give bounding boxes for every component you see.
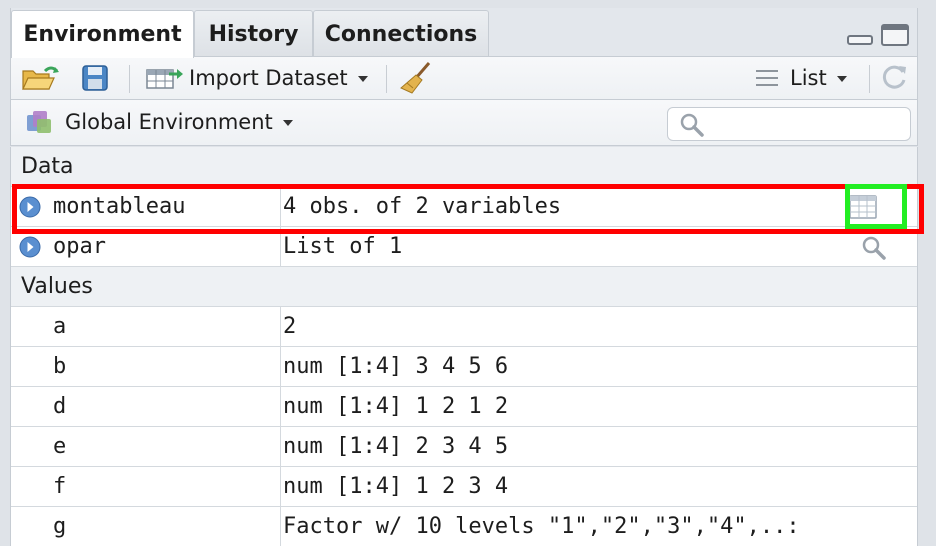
minimize-pane-icon[interactable]	[847, 24, 873, 46]
table-row[interactable]: g Factor w/ 10 levels "1","2","3","4",..…	[11, 507, 917, 546]
object-name: e	[53, 434, 67, 459]
magnifier-icon[interactable]	[861, 235, 887, 261]
import-dataset-label: Import Dataset	[189, 66, 348, 90]
object-name: montableau	[53, 194, 186, 219]
object-value-cell: num [1:4] 2 3 4 5	[281, 427, 917, 466]
chevron-down-icon	[357, 76, 368, 82]
view-mode-label: List	[790, 66, 827, 90]
table-row[interactable]: e num [1:4] 2 3 4 5	[11, 427, 917, 467]
object-value-cell: 4 obs. of 2 variables	[281, 187, 917, 226]
broom-icon	[400, 62, 431, 94]
object-name: g	[53, 514, 67, 539]
refresh-button[interactable]	[879, 57, 909, 99]
object-name: a	[53, 314, 67, 339]
toolbar-separator	[129, 65, 130, 93]
save-workspace-button[interactable]	[81, 57, 109, 99]
table-row[interactable]: d num [1:4] 1 2 1 2	[11, 387, 917, 427]
object-value-cell: Factor w/ 10 levels "1","2","3","4",..:	[281, 507, 917, 546]
table-row[interactable]: b num [1:4] 3 4 5 6	[11, 347, 917, 387]
tab-connections-label: Connections	[324, 21, 478, 47]
object-name-cell: d	[11, 387, 281, 426]
table-row[interactable]: opar List of 1	[11, 227, 917, 267]
object-value: num [1:4] 1 2 1 2	[283, 394, 509, 419]
list-lines-icon	[756, 70, 778, 86]
refresh-icon	[882, 65, 906, 89]
object-name: opar	[53, 234, 106, 259]
environment-selector[interactable]: Global Environment	[25, 101, 293, 143]
object-value: num [1:4] 2 3 4 5	[283, 434, 509, 459]
view-mode-dropdown[interactable]: List	[755, 57, 847, 99]
toolbar-separator	[869, 65, 870, 93]
section-data-label: Data	[21, 154, 74, 179]
tab-history[interactable]: History	[194, 10, 313, 57]
tab-environment[interactable]: Environment	[11, 10, 194, 58]
section-values-label: Values	[21, 274, 93, 299]
object-name: f	[53, 474, 67, 499]
object-value-cell: 2	[281, 307, 917, 346]
object-value-cell: num [1:4] 3 4 5 6	[281, 347, 917, 386]
object-name-cell: b	[11, 347, 281, 386]
chevron-down-icon	[836, 76, 847, 82]
object-name-cell: montableau	[11, 187, 281, 226]
section-header-data: Data	[11, 147, 917, 187]
object-name-cell: a	[11, 307, 281, 346]
table-row[interactable]: a 2	[11, 307, 917, 347]
open-folder-icon	[22, 66, 59, 90]
object-value: List of 1	[283, 234, 403, 259]
load-workspace-button[interactable]	[21, 57, 61, 99]
object-value: num [1:4] 3 4 5 6	[283, 354, 509, 379]
object-value: Factor w/ 10 levels "1","2","3","4",..:	[283, 514, 800, 539]
toolbar-separator	[386, 65, 387, 93]
chevron-down-icon	[282, 120, 293, 126]
maximize-pane-icon[interactable]	[881, 24, 909, 46]
environment-icon	[27, 111, 51, 133]
object-value-cell: num [1:4] 1 2 1 2	[281, 387, 917, 426]
object-value: 2	[283, 314, 297, 339]
tab-connections[interactable]: Connections	[313, 10, 489, 57]
object-value-cell: List of 1	[281, 227, 917, 266]
tab-history-label: History	[208, 21, 299, 47]
object-name-cell: g	[11, 507, 281, 546]
clear-workspace-button[interactable]	[399, 57, 433, 99]
tab-environment-label: Environment	[23, 22, 182, 47]
expand-arrow-icon[interactable]	[19, 236, 41, 258]
import-dataset-button[interactable]: Import Dataset	[145, 57, 368, 99]
environment-object-grid: Data montableau 4 obs. of 2 variables op…	[10, 147, 918, 546]
import-table-icon	[146, 69, 183, 89]
object-value: num [1:4] 1 2 3 4	[283, 474, 509, 499]
object-value-cell: num [1:4] 1 2 3 4	[281, 467, 917, 506]
object-name: b	[53, 354, 67, 379]
save-disk-icon	[82, 65, 108, 91]
section-header-values: Values	[11, 267, 917, 307]
object-name: d	[53, 394, 67, 419]
search-icon	[680, 113, 704, 137]
expand-arrow-icon[interactable]	[19, 196, 41, 218]
environment-label: Global Environment	[65, 110, 273, 134]
object-name-cell: f	[11, 467, 281, 506]
table-row[interactable]: montableau 4 obs. of 2 variables	[11, 187, 917, 227]
pane-tab-bar: Environment History Connections	[10, 8, 918, 58]
search-input[interactable]	[667, 107, 911, 141]
object-name-cell: e	[11, 427, 281, 466]
table-row[interactable]: f num [1:4] 1 2 3 4	[11, 467, 917, 507]
object-name-cell: opar	[11, 227, 281, 266]
environment-toolbar: Import Dataset List	[10, 56, 918, 100]
environment-bar: Global Environment	[10, 100, 918, 146]
object-value: 4 obs. of 2 variables	[283, 194, 562, 219]
table-view-icon[interactable]	[849, 194, 877, 220]
